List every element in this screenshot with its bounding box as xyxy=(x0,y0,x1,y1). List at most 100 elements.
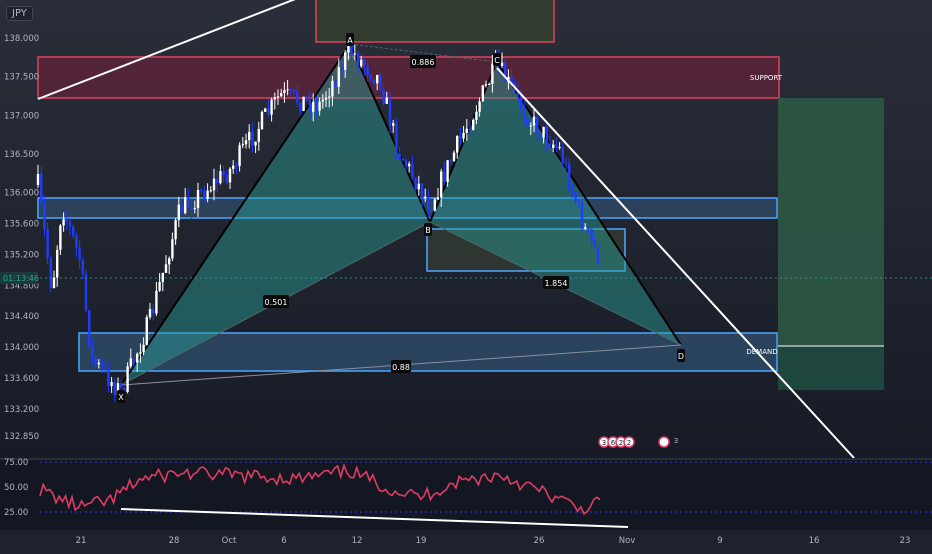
candle-body xyxy=(398,153,401,159)
candle-body xyxy=(257,129,260,142)
candle-body xyxy=(459,136,462,139)
candle-body xyxy=(475,111,478,120)
candle-body xyxy=(174,220,177,240)
candle-body xyxy=(235,165,238,167)
candle-body xyxy=(296,91,299,103)
candle-body xyxy=(456,136,459,153)
candle-body xyxy=(168,258,171,265)
candle-body xyxy=(155,290,158,314)
candle-body xyxy=(472,119,475,130)
event-icon-count: 2 xyxy=(627,439,631,447)
ratio-bd: 1.854 xyxy=(543,276,569,289)
candle-body xyxy=(363,59,366,67)
candle-body xyxy=(94,357,97,365)
candle-body xyxy=(36,174,40,185)
candle-body xyxy=(526,117,529,127)
symbol-badge[interactable]: JPY xyxy=(6,6,33,21)
candle-body xyxy=(203,190,206,199)
candle-body xyxy=(190,207,193,210)
candle-body xyxy=(536,116,539,135)
ratio-ac: 0.886 xyxy=(410,55,436,68)
stop-loss-box xyxy=(778,346,884,390)
price-tick: 135.600 xyxy=(4,219,39,229)
candle-body xyxy=(283,90,286,94)
candle-body xyxy=(369,74,372,80)
candle-body xyxy=(433,199,436,211)
pivot-a: A xyxy=(346,33,354,46)
candle-body xyxy=(196,190,200,209)
candle-body xyxy=(136,353,139,363)
date-tick: 28 xyxy=(169,536,180,546)
candle-body xyxy=(305,96,308,100)
candle-body xyxy=(356,53,360,67)
demand-label: DEMAND xyxy=(746,348,777,356)
candle-body xyxy=(212,178,216,191)
ratio-bd-text: 1.854 xyxy=(545,279,568,288)
candle-body xyxy=(78,247,81,261)
candle-body xyxy=(596,247,600,264)
price-chart[interactable]: XABCD0.5010.8861.8540.88SUPPORTDEMAND3 6 2… xyxy=(0,0,932,550)
ratio-xb-text: 0.501 xyxy=(265,298,288,307)
date-tick: Nov xyxy=(619,536,636,546)
candle-body xyxy=(353,53,356,55)
candle-body xyxy=(411,163,414,178)
date-axis-bg xyxy=(0,530,932,550)
candle-body xyxy=(408,163,411,167)
candle-body xyxy=(401,158,404,161)
date-tick: 16 xyxy=(809,536,820,546)
candle-body xyxy=(177,204,180,221)
price-tick: 134.000 xyxy=(4,343,39,353)
price-tick: 134.400 xyxy=(4,312,39,322)
ratio-xd: 0.88 xyxy=(391,360,411,373)
candle-body xyxy=(558,147,561,149)
candle-body xyxy=(564,163,568,165)
ratio-xb: 0.501 xyxy=(263,295,289,308)
event-icon: 2 xyxy=(623,436,635,448)
candle-body xyxy=(539,134,542,138)
candle-body xyxy=(584,227,587,229)
candle-body xyxy=(238,145,241,167)
candle-body xyxy=(465,128,468,133)
price-tick: 136.500 xyxy=(4,150,39,160)
candle-body xyxy=(91,345,94,358)
candle-body xyxy=(312,101,315,112)
date-tick: 9 xyxy=(717,536,722,546)
candle-body xyxy=(171,239,174,259)
candle-body xyxy=(315,101,318,111)
candle-body xyxy=(331,80,334,97)
candle-body xyxy=(129,358,132,367)
candle-body xyxy=(491,63,494,84)
price-tick: 137.500 xyxy=(4,73,39,83)
candle-body xyxy=(392,123,395,126)
candle-body xyxy=(56,249,59,278)
candle-body xyxy=(62,219,65,226)
pivot-d: D xyxy=(677,349,685,362)
candle-body xyxy=(40,174,43,203)
candle-body xyxy=(260,111,264,130)
candle-body xyxy=(478,101,481,112)
price-tick: 133.600 xyxy=(4,374,39,384)
candle-body xyxy=(219,171,222,184)
candle-body xyxy=(372,79,376,84)
event-icon-count: 3 xyxy=(602,439,606,447)
candle-body xyxy=(587,227,590,230)
candle-body xyxy=(104,367,107,369)
candle-body xyxy=(110,381,113,387)
candle-body xyxy=(286,89,289,91)
candle-body xyxy=(568,163,571,190)
candle-body xyxy=(49,257,52,288)
candle-body xyxy=(500,62,504,66)
candle-body xyxy=(270,99,273,115)
candle-body xyxy=(88,310,91,346)
candle-body xyxy=(187,197,190,208)
candle-body xyxy=(52,277,56,288)
pivot-a-text: A xyxy=(347,36,353,45)
candle-body xyxy=(328,96,331,98)
date-tick: 19 xyxy=(416,536,427,546)
candle-body xyxy=(452,152,456,162)
candle-body xyxy=(228,168,232,183)
candle-body xyxy=(593,240,596,248)
candle-body xyxy=(430,210,433,212)
candle-body xyxy=(43,202,46,230)
candle-body xyxy=(462,132,465,139)
